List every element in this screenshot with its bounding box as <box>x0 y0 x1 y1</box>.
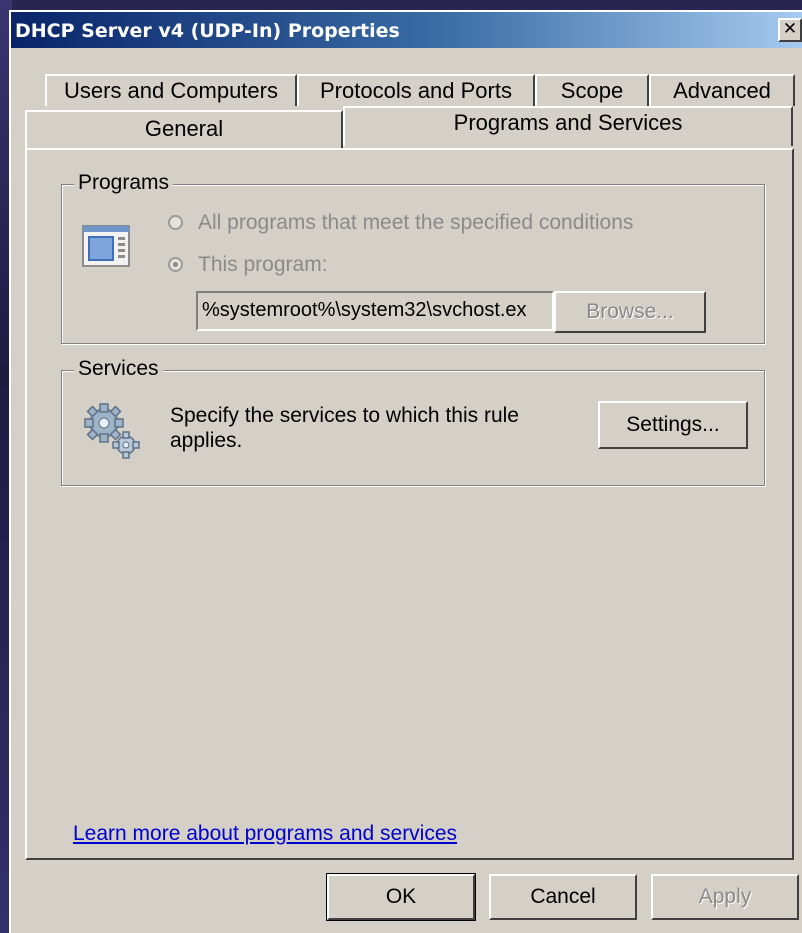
services-settings-button[interactable]: Settings... <box>598 401 748 449</box>
tab-advanced[interactable]: Advanced <box>649 74 795 106</box>
close-button[interactable]: ✕ <box>778 18 802 42</box>
all-programs-label[interactable]: All programs that meet the specified con… <box>198 211 633 235</box>
tab-scope[interactable]: Scope <box>535 74 649 106</box>
apply-button[interactable]: Apply <box>651 874 799 920</box>
this-program-radio[interactable] <box>168 257 183 272</box>
services-groupbox: Services Specify the services to which t… <box>61 357 765 486</box>
window-title: DHCP Server v4 (UDP-In) Properties <box>15 20 400 42</box>
program-path-field[interactable]: %systemroot%\system32\svchost.ex <box>196 291 554 331</box>
title-bar[interactable]: DHCP Server v4 (UDP-In) Properties ✕ <box>11 12 802 48</box>
programs-group-label: Programs <box>74 171 174 195</box>
application-window-icon <box>82 225 130 267</box>
services-group-label: Services <box>74 357 163 381</box>
programs-groupbox: Programs All programs that meet the spec… <box>61 171 765 344</box>
tab-protocols-and-ports[interactable]: Protocols and Ports <box>297 74 535 106</box>
cancel-button[interactable]: Cancel <box>489 874 637 920</box>
all-programs-radio[interactable] <box>168 215 183 230</box>
learn-more-link[interactable]: Learn more about programs and services <box>73 822 457 846</box>
tab-users-and-computers[interactable]: Users and Computers <box>45 74 297 106</box>
tab-panel-programs-and-services: Programs All programs that meet the spec… <box>25 148 794 860</box>
properties-dialog: DHCP Server v4 (UDP-In) Properties ✕ Use… <box>9 10 802 933</box>
this-program-label[interactable]: This program: <box>198 253 328 277</box>
tab-programs-and-services[interactable]: Programs and Services <box>343 106 793 146</box>
gears-icon <box>84 403 140 459</box>
tab-general[interactable]: General <box>25 110 343 148</box>
ok-button[interactable]: OK <box>326 873 476 921</box>
browse-button[interactable]: Browse... <box>554 291 706 333</box>
services-description: Specify the services to which this rule … <box>170 404 519 452</box>
